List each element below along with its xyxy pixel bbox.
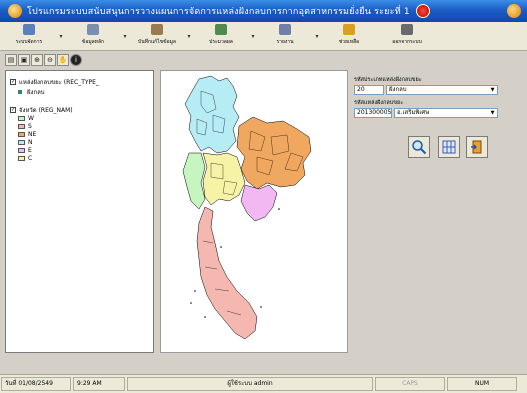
organization-logo xyxy=(415,4,430,18)
app-icon xyxy=(8,4,22,18)
legend-item: C xyxy=(18,155,32,162)
master-data-button[interactable]: ข้อมูลหลัก xyxy=(64,22,122,50)
layer-checkbox[interactable]: ✓ xyxy=(10,79,16,85)
color-swatch xyxy=(18,140,25,145)
exit-button[interactable]: ออกจากระบบ xyxy=(378,22,436,50)
map-view-button[interactable] xyxy=(438,136,460,158)
help-icon xyxy=(343,24,355,35)
search-panel: รหัสประเภทแหล่งฝังกลบขยะ 20 ฝังกลบ ▼ รหั… xyxy=(350,70,515,190)
legend-item-label: S xyxy=(28,123,32,130)
region-west[interactable] xyxy=(182,152,206,210)
region-east[interactable] xyxy=(240,184,278,222)
region-northeast[interactable] xyxy=(236,116,312,190)
zoom-out-icon[interactable]: ⊖ xyxy=(44,54,56,66)
landfill-point-icon xyxy=(18,90,22,94)
map-toolbar: ▤ ▣ ⊕ ⊖ ✋ i xyxy=(5,54,82,68)
color-swatch xyxy=(18,132,25,137)
legend-item: NE xyxy=(18,131,36,138)
search-button[interactable] xyxy=(408,136,430,158)
landfill-type-dropdown[interactable]: ฝังกลบ ▼ xyxy=(386,85,498,95)
help-label: ช่วยเหลือ xyxy=(338,39,360,45)
legend-item: ฝังกลบ xyxy=(18,87,45,97)
main-toolbar: ระบบจัดการ ▾ ข้อมูลหลัก ▾ บันทึกแก้ไขข้อ… xyxy=(0,22,527,51)
report-icon xyxy=(279,24,291,35)
thailand-map xyxy=(182,75,312,340)
legend-item-label: E xyxy=(28,147,32,154)
process-label: ประมวลผล xyxy=(209,39,233,45)
legend-item-label: ฝังกลบ xyxy=(27,89,45,96)
report-button[interactable]: รายงาน xyxy=(256,22,314,50)
status-time: 9:29 AM xyxy=(73,377,125,391)
landfill-type-code-input[interactable]: 20 xyxy=(354,85,384,95)
map-canvas[interactable] xyxy=(160,70,348,353)
pan-icon[interactable]: ✋ xyxy=(57,54,69,66)
title-bar: โปรแกรมระบบสนับสนุนการวางแผนการจัดการแหล… xyxy=(0,0,527,22)
window-title: โปรแกรมระบบสนับสนุนการวางแผนการจัดการแหล… xyxy=(27,7,410,17)
legend-item: N xyxy=(18,139,33,146)
color-swatch xyxy=(18,156,25,161)
layer-province[interactable]: ✓ จังหวัด (REG_NAM) xyxy=(10,105,73,115)
color-swatch xyxy=(18,148,25,153)
process-button[interactable]: ประมวลผล xyxy=(192,22,250,50)
process-icon xyxy=(215,24,227,35)
system-management-label: ระบบจัดการ xyxy=(15,39,43,45)
close-button[interactable] xyxy=(507,4,521,18)
report-label: รายงาน xyxy=(276,39,294,45)
magnifier-icon xyxy=(412,140,427,155)
color-swatch xyxy=(18,116,25,121)
landfill-site-label: รหัสแหล่งฝังกลบขยะ xyxy=(354,100,404,106)
layer-checkbox[interactable]: ✓ xyxy=(10,107,16,113)
legend-item-label: NE xyxy=(28,131,37,138)
legend-item-label: N xyxy=(28,139,33,146)
legend-item: S xyxy=(18,123,32,130)
system-icon xyxy=(23,24,35,35)
map-grid-icon xyxy=(442,140,456,154)
legend-item: E xyxy=(18,147,32,154)
master-data-label: ข้อมูลหลัก xyxy=(81,39,105,45)
region-south[interactable] xyxy=(196,206,258,340)
chevron-down-icon[interactable]: ▼ xyxy=(489,110,496,116)
layer-label: แหล่งฝังกลบขยะ (REC_TYPE_ xyxy=(19,79,99,86)
system-management-button[interactable]: ระบบจัดการ xyxy=(0,22,58,50)
exit-panel-button[interactable] xyxy=(466,136,488,158)
print-icon[interactable]: ▤ xyxy=(5,54,17,66)
landfill-site-value: อ.เสริมพิเศษ xyxy=(397,109,430,116)
chevron-down-icon[interactable]: ▼ xyxy=(489,87,496,93)
zoom-in-icon[interactable]: ⊕ xyxy=(31,54,43,66)
edit-data-button[interactable]: บันทึกแก้ไขข้อมูล xyxy=(128,22,186,50)
layer-label: จังหวัด (REG_NAM) xyxy=(19,107,73,114)
landfill-type-value: ฝังกลบ xyxy=(389,86,407,93)
color-swatch xyxy=(18,124,25,129)
exit-icon xyxy=(401,24,413,35)
status-bar: วันที่ 01/08/2549 9:29 AM ผู้ใช้ระบบ adm… xyxy=(0,374,527,393)
legend-item-label: C xyxy=(28,155,33,162)
database-icon xyxy=(87,24,99,35)
door-exit-icon xyxy=(471,140,482,154)
landfill-site-dropdown[interactable]: อ.เสริมพิเศษ ▼ xyxy=(394,108,498,118)
status-user: ผู้ใช้ระบบ admin xyxy=(127,377,373,391)
landfill-site-code-input[interactable]: 201300005 xyxy=(354,108,392,118)
edit-icon xyxy=(151,24,163,35)
region-central[interactable] xyxy=(202,152,246,206)
help-button[interactable]: ช่วยเหลือ xyxy=(320,22,378,50)
status-date: วันที่ 01/08/2549 xyxy=(1,377,71,391)
legend-item-label: W xyxy=(28,115,34,122)
status-num: NUM xyxy=(447,377,517,391)
layer-landfill[interactable]: ✓ แหล่งฝังกลบขยะ (REC_TYPE_ xyxy=(10,77,99,87)
region-north[interactable] xyxy=(184,75,240,154)
exit-label: ออกจากระบบ xyxy=(392,39,422,45)
save-icon[interactable]: ▣ xyxy=(18,54,30,66)
layer-legend-panel: ✓ แหล่งฝังกลบขยะ (REC_TYPE_ ฝังกลบ ✓ จัง… xyxy=(5,70,154,353)
landfill-type-label: รหัสประเภทแหล่งฝังกลบขยะ xyxy=(354,77,422,83)
info-icon[interactable]: i xyxy=(70,54,82,66)
edit-data-label: บันทึกแก้ไขข้อมูล xyxy=(138,39,176,45)
legend-item: W xyxy=(18,115,34,122)
status-caps: CAPS xyxy=(375,377,445,391)
